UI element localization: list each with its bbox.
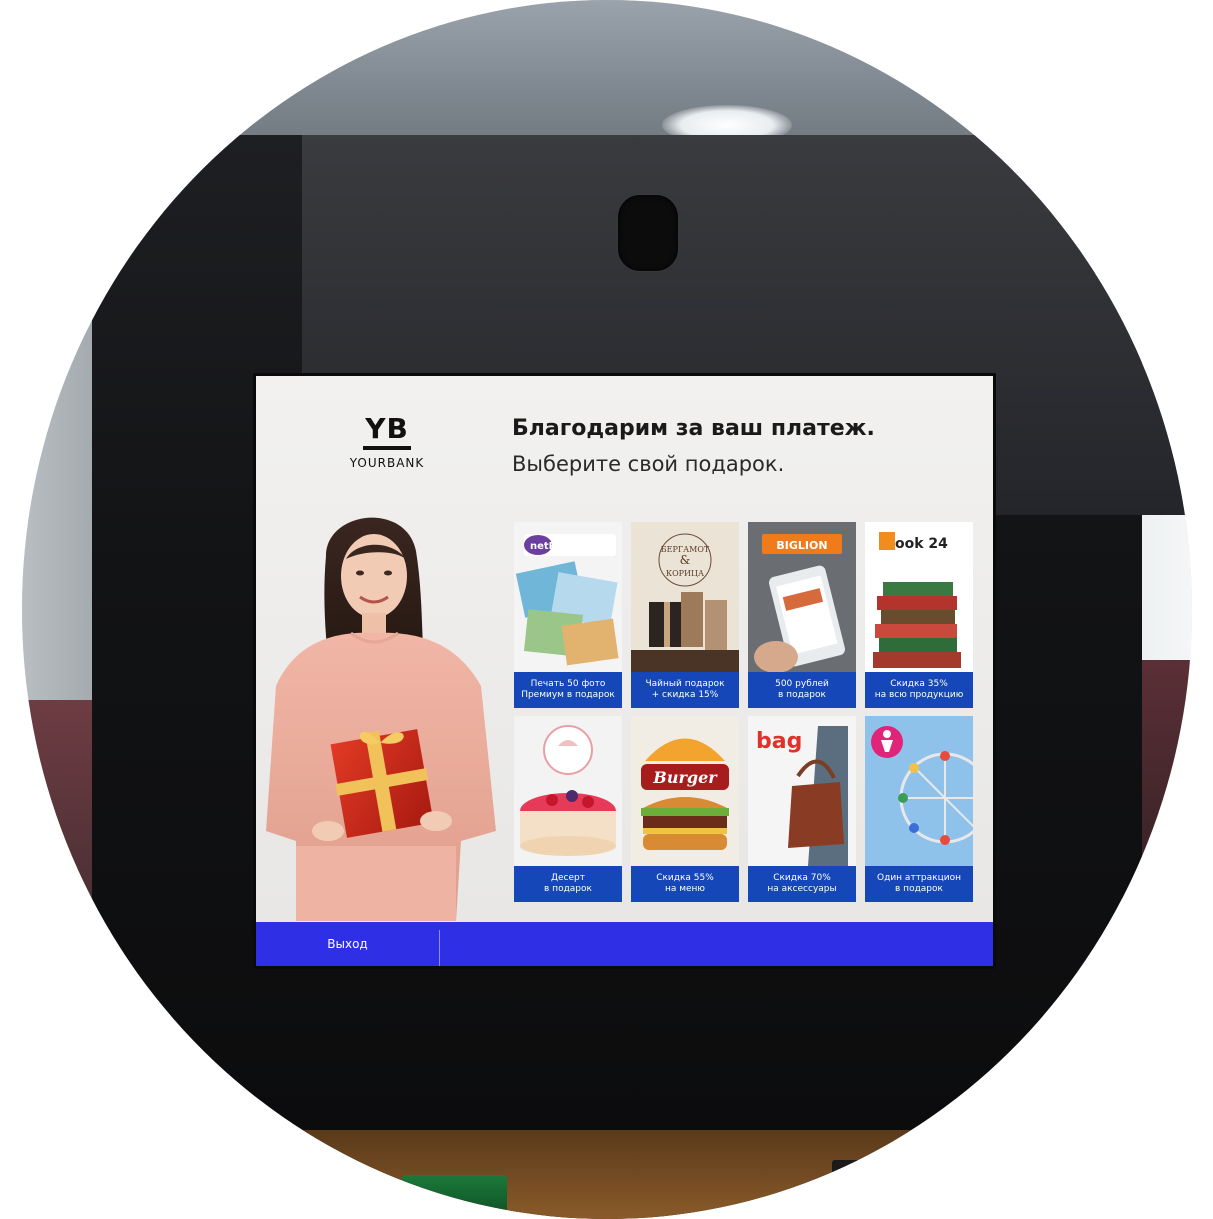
dessert-cake-art bbox=[514, 716, 622, 866]
receipt-slot bbox=[832, 1160, 942, 1219]
offer-tile-biglion[interactable]: BIGLION 500 рублей в подарок bbox=[748, 522, 856, 708]
offer-tile-book24[interactable]: ook 24 Скидка 35% на всю продукцию bbox=[865, 522, 973, 708]
offer-tile-bergamot[interactable]: БЕРГАМОТ & КОРИЦА Чайный подарок + скидк… bbox=[631, 522, 739, 708]
offer-tile-dessert[interactable]: Десерт в подарок bbox=[514, 716, 622, 902]
bank-logo: YB YOURBANK bbox=[332, 414, 442, 471]
offer-line-2: на аксессуары bbox=[767, 884, 837, 894]
offer-line-1: Печать 50 фото bbox=[530, 679, 606, 689]
exit-button[interactable]: Выход bbox=[256, 922, 439, 966]
tea-gift-art: БЕРГАМОТ & КОРИЦА bbox=[631, 522, 739, 672]
offer-line-1: Один аттракцион bbox=[877, 873, 961, 883]
footer-bar: Выход bbox=[256, 922, 993, 966]
woman-with-gift-image bbox=[266, 517, 496, 921]
offer-tile-burger[interactable]: Burger Скидка 55% на меню bbox=[631, 716, 739, 902]
burger-brand: Burger bbox=[652, 768, 718, 787]
offer-line-1: Десерт bbox=[550, 873, 585, 883]
bag-brand: bag bbox=[756, 729, 802, 754]
offer-tile-attraction[interactable]: Один аттракцион в подарок bbox=[865, 716, 973, 902]
gift-offers-grid: netPrint.ru Печать 50 фото Премиум в под… bbox=[514, 522, 974, 902]
offer-line-1: Скидка 70% bbox=[773, 873, 831, 883]
svg-text:&: & bbox=[680, 553, 691, 567]
atm-screen: YB YOURBANK Благодарим за ваш платеж. Вы… bbox=[256, 376, 993, 966]
offer-caption: Десерт в подарок bbox=[514, 866, 622, 902]
offer-line-2: в подарок bbox=[544, 884, 592, 894]
offer-line-2: в подарок bbox=[895, 884, 943, 894]
netprint-logo-art: netPrint.ru bbox=[514, 522, 622, 672]
book24-books-art: ook 24 bbox=[865, 522, 973, 672]
burger-art: Burger bbox=[631, 716, 739, 866]
offer-line-1: Скидка 55% bbox=[656, 873, 714, 883]
offer-caption: Печать 50 фото Премиум в подарок bbox=[514, 672, 622, 708]
offer-line-2: в подарок bbox=[778, 690, 826, 700]
offer-caption: Скидка 35% на всю продукцию bbox=[865, 672, 973, 708]
card-slot bbox=[402, 1175, 507, 1219]
camera-icon bbox=[618, 195, 678, 271]
footer-divider bbox=[439, 930, 440, 966]
bag-accessories-art: bag bbox=[748, 716, 856, 866]
offer-tile-bag[interactable]: bag Скидка 70% на аксессуары bbox=[748, 716, 856, 902]
offer-line-1: 500 рублей bbox=[775, 679, 829, 689]
offer-caption: 500 рублей в подарок bbox=[748, 672, 856, 708]
offer-caption: Чайный подарок + скидка 15% bbox=[631, 672, 739, 708]
offer-line-1: Чайный подарок bbox=[645, 679, 725, 689]
offer-line-2: на меню bbox=[664, 884, 706, 894]
offer-line-1: Скидка 35% bbox=[890, 679, 948, 689]
page-title: Благодарим за ваш платеж. bbox=[512, 416, 875, 441]
logo-mark: YB bbox=[363, 414, 411, 450]
netprint-brand: netPrint.ru bbox=[530, 541, 592, 552]
logo-name: YOURBANK bbox=[349, 456, 425, 470]
biglion-brand: BIGLION bbox=[776, 539, 827, 552]
offer-line-2: + скидка 15% bbox=[651, 690, 719, 700]
ferris-wheel-art bbox=[865, 716, 973, 866]
offer-line-2: на всю продукцию bbox=[874, 690, 964, 700]
svg-text:ook 24: ook 24 bbox=[895, 536, 948, 552]
offer-caption: Скидка 70% на аксессуары bbox=[748, 866, 856, 902]
page-subtitle: Выберите свой подарок. bbox=[512, 452, 785, 476]
offer-line-2: Премиум в подарок bbox=[521, 690, 615, 700]
svg-text:КОРИЦА: КОРИЦА bbox=[666, 569, 704, 578]
biglion-phone-art: BIGLION bbox=[748, 522, 856, 672]
offer-tile-netprint[interactable]: netPrint.ru Печать 50 фото Премиум в под… bbox=[514, 522, 622, 708]
offer-caption: Один аттракцион в подарок bbox=[865, 866, 973, 902]
offer-caption: Скидка 55% на меню bbox=[631, 866, 739, 902]
